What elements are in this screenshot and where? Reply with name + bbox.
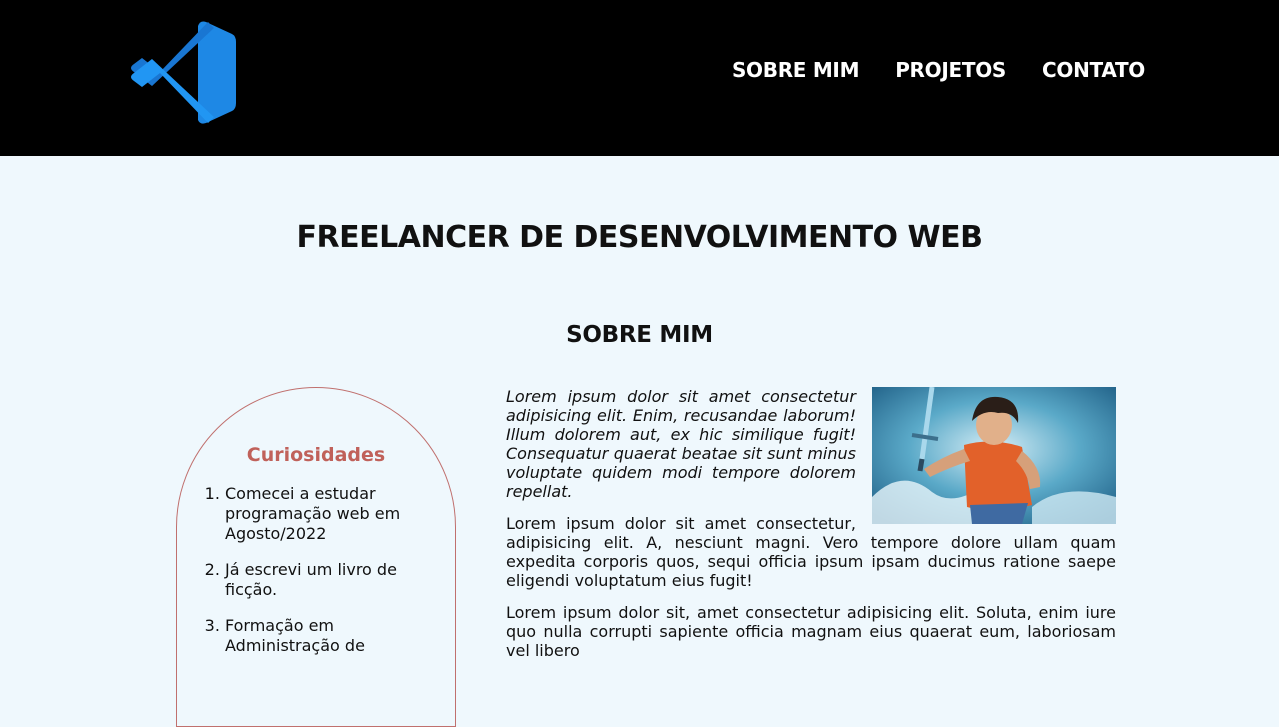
main-content: FREELANCER DE DESENVOLVIMENTO WEB SOBRE …	[0, 156, 1279, 727]
profile-illustration	[872, 387, 1116, 524]
nav-link-contato[interactable]: CONTATO	[1042, 58, 1145, 82]
paragraph: Lorem ipsum dolor sit amet consectetur, …	[506, 514, 1116, 590]
section-title-sobre-mim: SOBRE MIM	[566, 322, 713, 348]
list-item: Já escrevi um livro de ficção.	[225, 560, 415, 600]
paragraph: Lorem ipsum dolor sit, amet consectetur …	[506, 603, 1116, 660]
site-header: SOBRE MIM PROJETOS CONTATO	[0, 0, 1279, 156]
nav-link-sobre-mim[interactable]: SOBRE MIM	[732, 58, 860, 82]
list-item: Formação em Administração de	[225, 616, 415, 656]
main-nav: SOBRE MIM PROJETOS CONTATO	[732, 58, 1145, 82]
vscode-logo-icon[interactable]	[128, 20, 236, 125]
nav-link-projetos[interactable]: PROJETOS	[895, 58, 1006, 82]
about-text: Lorem ipsum dolor sit amet consectetur a…	[506, 387, 1116, 673]
curiosities-title: Curiosidades	[246, 444, 386, 466]
curiosities-card: Curiosidades Comecei a estudar programaç…	[176, 387, 456, 727]
hero-title: FREELANCER DE DESENVOLVIMENTO WEB	[296, 220, 983, 255]
list-item: Comecei a estudar programação web em Ago…	[225, 484, 415, 544]
